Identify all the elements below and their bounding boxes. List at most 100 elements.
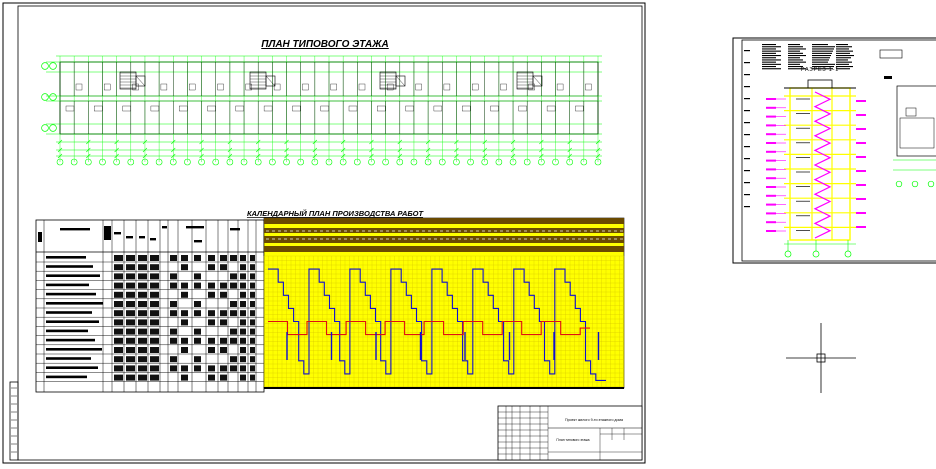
table-cell-mark — [194, 301, 201, 307]
section-note-text — [788, 63, 800, 65]
table-cell-mark — [208, 347, 215, 353]
section-level-mark — [856, 156, 866, 158]
section-level-mark — [856, 198, 866, 200]
table-cell-mark — [230, 328, 237, 335]
section-level-mark — [766, 168, 776, 171]
table-cell-mark — [220, 374, 227, 381]
table-cell-mark — [114, 319, 123, 326]
section-note-text — [812, 63, 835, 65]
section-margin-mark — [744, 194, 750, 196]
section-level-mark — [766, 124, 776, 127]
table-cell-mark — [181, 264, 188, 271]
section-margin-mark — [744, 134, 750, 136]
table-cell-mark — [250, 273, 255, 280]
section-note-text — [788, 68, 806, 70]
table-cell-mark — [126, 319, 135, 326]
section-note-text — [762, 57, 776, 59]
section-note-text — [836, 68, 850, 70]
chart-bottom-rule — [264, 387, 624, 389]
table-cell-mark — [150, 365, 159, 372]
table-cell-mark — [150, 319, 159, 326]
table-cell-mark — [138, 255, 147, 261]
table-cell-mark — [170, 282, 177, 289]
section-note-text — [836, 55, 854, 57]
table-header-text — [150, 238, 156, 241]
section-level-mark — [766, 98, 776, 100]
section-margin-mark — [744, 98, 750, 100]
table-cell-mark — [194, 328, 201, 335]
section-level-mark — [766, 203, 776, 206]
table-cell-mark — [138, 291, 147, 298]
table-header-text — [126, 236, 133, 239]
table-cell-mark — [150, 328, 159, 335]
table-cell-mark — [138, 301, 147, 307]
section-level-mark — [856, 142, 866, 144]
table-cell-text — [46, 375, 87, 379]
table-cell-mark — [150, 356, 159, 363]
schedule-table — [35, 219, 265, 393]
table-cell-mark — [170, 310, 177, 317]
table-cell-mark — [220, 365, 227, 372]
table-cell-mark — [250, 365, 255, 372]
section-note-text — [762, 50, 781, 52]
table-cell-mark — [170, 365, 177, 372]
schedule-title: КАЛЕНДАРНЫЙ ПЛАН ПРОИЗВОДСТВА РАБОТ — [247, 209, 425, 218]
section-level-mark — [856, 170, 866, 172]
section-level-mark — [856, 100, 866, 102]
section-margin-mark — [744, 122, 750, 124]
table-cell-mark — [240, 319, 246, 326]
table-cell-mark — [220, 310, 227, 317]
table-header-text — [114, 232, 121, 235]
table-cell-mark — [250, 310, 255, 317]
table-cell-mark — [138, 282, 147, 289]
section-level-mark — [766, 133, 776, 136]
table-cell-mark — [220, 264, 227, 271]
section-note-text — [762, 55, 781, 57]
section-note-text — [788, 52, 803, 54]
title-block-project: Проект жилого 9-ти этажного дома — [565, 418, 623, 422]
section-level-mark — [856, 226, 866, 228]
table-cell-mark — [114, 365, 123, 372]
cad-drawing-canvas[interactable]: ПЛАН ТИПОВОГО ЭТАЖА КАЛЕНДАРНЫЙ ПЛАН ПРО… — [0, 0, 936, 469]
section-note-text — [788, 57, 800, 59]
table-cell-mark — [181, 282, 188, 289]
sheet-2: РАЗРЕЗ 1-1 — [732, 37, 936, 264]
sheet-1: ПЛАН ТИПОВОГО ЭТАЖА КАЛЕНДАРНЫЙ ПЛАН ПРО… — [2, 2, 646, 464]
table-cell-mark — [240, 264, 246, 271]
table-cell-mark — [138, 356, 147, 363]
table-header-mark — [104, 226, 111, 240]
table-cell-mark — [150, 310, 159, 317]
table-cell-mark — [126, 310, 135, 317]
table-cell-mark — [138, 337, 147, 344]
table-cell-mark — [114, 255, 123, 261]
table-cell-mark — [208, 291, 215, 298]
table-cell-mark — [220, 291, 227, 298]
table-cell-mark — [240, 310, 246, 317]
section-note-text — [762, 44, 776, 46]
table-cell-mark — [181, 374, 188, 381]
table-cell-text — [46, 348, 102, 351]
table-cell-mark — [181, 347, 188, 353]
table-cell-mark — [240, 255, 246, 261]
table-cell-mark — [138, 347, 147, 353]
table-cell-mark — [240, 365, 246, 372]
table-cell-mark — [138, 310, 147, 317]
section-note-text — [762, 46, 781, 48]
table-cell-mark — [220, 255, 227, 261]
table-cell-mark — [240, 374, 246, 381]
table-header-text — [162, 226, 167, 229]
table-cell-mark — [250, 264, 255, 271]
section-note-text — [762, 48, 776, 50]
table-cell-mark — [170, 301, 177, 307]
table-cell-mark — [250, 347, 255, 353]
section-note-text — [812, 48, 834, 50]
table-cell-text — [46, 329, 88, 333]
table-header-mark — [38, 232, 42, 242]
table-cell-mark — [230, 301, 237, 307]
table-cell-mark — [240, 273, 246, 280]
table-cell-mark — [250, 356, 255, 363]
table-cell-mark — [220, 319, 227, 326]
table-cell-mark — [181, 310, 188, 317]
table-header-text — [60, 228, 90, 231]
table-cell-mark — [194, 356, 201, 363]
